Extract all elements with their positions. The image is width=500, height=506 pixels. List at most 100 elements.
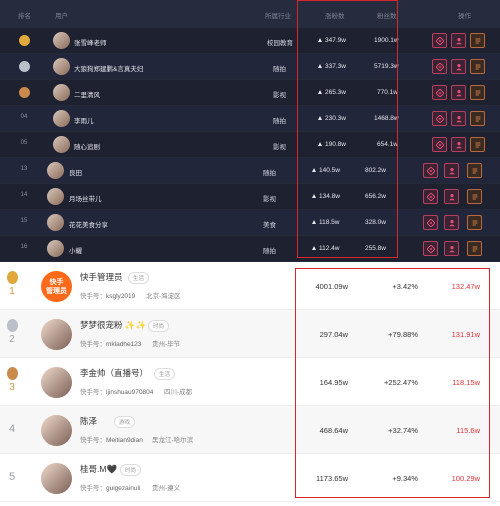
arrow-up-icon — [318, 142, 322, 146]
arrow-up-icon — [312, 194, 316, 198]
arrow-up-icon — [312, 246, 316, 250]
category-tag: 时尚 — [148, 320, 170, 332]
detail-button[interactable] — [423, 189, 438, 204]
rise-text: 134.8w — [319, 193, 340, 200]
report-button[interactable] — [470, 59, 485, 74]
report-button[interactable] — [470, 85, 485, 100]
report-button[interactable] — [467, 163, 482, 178]
avatar — [47, 214, 64, 231]
detail-button[interactable] — [432, 111, 447, 126]
table-row[interactable]: 大狼狗郑建鹏&言真夫妇 随拍 337.3w 5719.3w — [0, 54, 500, 80]
location: 北京-海淀区 — [146, 293, 181, 300]
detail-button[interactable] — [423, 163, 438, 178]
report-button[interactable] — [467, 215, 482, 230]
user-name[interactable]: 小耀 — [69, 245, 82, 255]
avatar — [53, 84, 70, 101]
user-name[interactable]: 快手管理员 — [80, 271, 123, 283]
rank-number: 16 — [20, 244, 28, 250]
report-button[interactable] — [467, 241, 482, 256]
account-id: 快手号：ksgly2019 — [80, 290, 135, 300]
table-row[interactable]: 二里清风 影视 265.3w 770.1w — [0, 80, 500, 106]
user-name[interactable]: 陈泽 — [80, 415, 97, 427]
detail-button[interactable] — [432, 59, 447, 74]
rise-value: 118.5w — [312, 219, 339, 226]
industry: 影视 — [273, 92, 286, 99]
table-row[interactable]: 05 随心追剧 影视 190.8w 654.1w — [0, 132, 500, 158]
detail-button[interactable] — [432, 137, 447, 152]
avatar — [41, 367, 72, 398]
list-item[interactable]: 1 快手 管理员 快手管理员 生活 快手号：ksgly2019 北京-海淀区 4… — [0, 262, 500, 310]
fans-value: 164.95w — [319, 378, 348, 387]
table-row[interactable]: 16 小耀 随拍 112.4w 255.8w — [0, 236, 500, 262]
follow-button[interactable] — [444, 189, 459, 204]
user-name[interactable]: 李雨儿 — [74, 115, 94, 125]
list-item[interactable]: 2 梦梦很宠粉 ✨✨ 时尚 快手号：mkladhe123 贵州-毕节 297.0… — [0, 310, 500, 358]
user-name[interactable]: 张雪峰老师 — [74, 37, 107, 47]
follow-button[interactable] — [444, 241, 459, 256]
user-icon — [448, 167, 455, 174]
user-name[interactable]: 良田 — [69, 167, 82, 177]
detail-button[interactable] — [432, 33, 447, 48]
table-row[interactable]: 13 良田 随拍 140.5w 802.2w — [0, 158, 500, 184]
follow-button[interactable] — [451, 33, 466, 48]
report-button[interactable] — [467, 189, 482, 204]
category-tag: 游戏 — [114, 416, 136, 428]
fans-value: 1173.65w — [316, 474, 348, 483]
arrow-up-icon — [312, 168, 316, 172]
detail-button[interactable] — [423, 215, 438, 230]
table-row[interactable]: 15 花花美食分享 美食 118.5w 328.0w — [0, 210, 500, 236]
id-label: 快手号： — [80, 437, 106, 444]
score-value: 132.47w — [451, 282, 480, 291]
account-id: 快手号：mkladhe123 — [80, 338, 141, 348]
follow-button[interactable] — [444, 215, 459, 230]
avatar — [41, 415, 72, 446]
user-name[interactable]: 梦梦很宠粉 ✨✨ — [80, 319, 146, 331]
follow-button[interactable] — [451, 137, 466, 152]
rank-number: 14 — [20, 192, 28, 198]
rise-text: 140.5w — [319, 167, 340, 174]
user-name[interactable]: 随心追剧 — [74, 141, 100, 151]
follow-button[interactable] — [451, 111, 466, 126]
logo-text-line2: 管理员 — [46, 287, 67, 295]
id-label: 快手号： — [80, 485, 106, 492]
follow-button[interactable] — [444, 163, 459, 178]
user-name[interactable]: 桂哥.M🖤 — [80, 463, 117, 475]
follow-button[interactable] — [451, 85, 466, 100]
list-icon — [475, 38, 480, 43]
list-item[interactable]: 5 桂哥.M🖤 时尚 快手号：guigezainuli 贵州-遵义 1173.6… — [0, 454, 500, 502]
rise-value: 190.8w — [318, 141, 346, 148]
gold-medal-icon — [19, 35, 30, 46]
account-id: 快手号：guigezainuli — [80, 482, 140, 492]
avatar — [47, 240, 64, 257]
table-row[interactable]: 张雪峰老师 校园教育 347.9w 1900.1w — [0, 28, 500, 54]
user-name[interactable]: 月场丝带儿 — [69, 193, 102, 203]
list-item[interactable]: 4 陈泽 游戏 快手号：Meitian9dian 黑龙江-哈尔滨 468.64w… — [0, 406, 500, 454]
growth-value: +3.42% — [392, 282, 418, 291]
detail-button[interactable] — [432, 85, 447, 100]
avatar — [41, 319, 72, 350]
list-item[interactable]: 3 李金帅（直播号） 生活 快手号：ljinshuau970804 四川-成都 … — [0, 358, 500, 406]
rise-value: 265.3w — [318, 89, 346, 96]
user-name[interactable]: 花花美食分享 — [69, 219, 108, 229]
growth-value: +9.34% — [392, 474, 418, 483]
user-icon — [448, 193, 455, 200]
user-icon — [455, 63, 462, 70]
table-row[interactable]: 14 月场丝带儿 影视 134.8w 656.2w — [0, 184, 500, 210]
user-name[interactable]: 大狼狗郑建鹏&言真夫妇 — [74, 63, 143, 73]
user-name[interactable]: 二里清风 — [74, 89, 100, 99]
report-button[interactable] — [470, 137, 485, 152]
detail-button[interactable] — [423, 241, 438, 256]
id-label: 快手号： — [80, 293, 106, 300]
target-icon — [435, 140, 444, 149]
report-button[interactable] — [470, 33, 485, 48]
user-name[interactable]: 李金帅（直播号） — [80, 367, 148, 379]
gold-medal-icon — [7, 271, 18, 284]
bronze-medal-icon — [19, 87, 30, 98]
header-industry: 所属行业 — [265, 13, 291, 20]
industry: 影视 — [263, 196, 276, 203]
report-button[interactable] — [470, 111, 485, 126]
score-value: 100.29w — [451, 474, 480, 483]
follow-button[interactable] — [451, 59, 466, 74]
table-row[interactable]: 04 李雨儿 随拍 230.3w 1468.8w — [0, 106, 500, 132]
fans-value: 468.64w — [319, 426, 348, 435]
